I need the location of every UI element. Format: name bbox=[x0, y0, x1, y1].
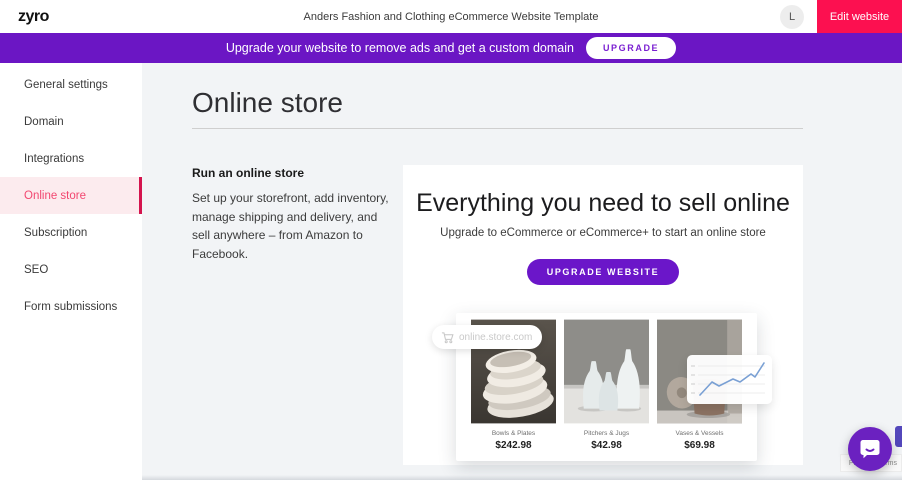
title-divider bbox=[192, 128, 803, 129]
product-category: Vases & Vessels bbox=[676, 430, 724, 437]
cart-icon bbox=[441, 331, 454, 344]
intro-title: Run an online store bbox=[192, 166, 397, 180]
chat-bubble-icon bbox=[858, 437, 882, 461]
banner-upgrade-button[interactable]: UPGRADE bbox=[586, 37, 676, 59]
product-photo-pitchers bbox=[564, 319, 649, 424]
upgrade-banner: Upgrade your website to remove ads and g… bbox=[0, 33, 902, 63]
intro-description: Set up your storefront, add inventory, m… bbox=[192, 189, 397, 263]
sidebar-item-online-store[interactable]: Online store bbox=[0, 177, 142, 214]
upgrade-website-button[interactable]: UPGRADE WEBSITE bbox=[527, 259, 680, 285]
sidebar-item-general-settings[interactable]: General settings bbox=[0, 66, 142, 103]
store-domain-text: online.store.com bbox=[459, 332, 532, 343]
site-template-title: Anders Fashion and Clothing eCommerce We… bbox=[0, 11, 902, 23]
app-header: zyro Anders Fashion and Clothing eCommer… bbox=[0, 0, 902, 33]
store-domain-pill: online.store.com bbox=[432, 325, 542, 349]
user-avatar[interactable]: L bbox=[780, 5, 804, 29]
sidebar-item-form-submissions[interactable]: Form submissions bbox=[0, 288, 142, 325]
sales-mini-chart bbox=[687, 355, 772, 404]
page-body: General settings Domain Integrations Onl… bbox=[0, 63, 902, 480]
sidebar-item-subscription[interactable]: Subscription bbox=[0, 214, 142, 251]
main-content: Online store Run an online store Set up … bbox=[142, 63, 902, 480]
product-category: Pitchers & Jugs bbox=[584, 430, 629, 437]
product-price: $42.98 bbox=[591, 440, 622, 451]
page-title: Online store bbox=[192, 85, 902, 121]
online-store-intro: Run an online store Set up your storefro… bbox=[192, 165, 397, 465]
line-chart-icon bbox=[687, 355, 772, 404]
ecommerce-promo-panel: Everything you need to sell online Upgra… bbox=[403, 165, 803, 465]
header-actions: L Edit website bbox=[780, 0, 902, 33]
settings-sidebar: General settings Domain Integrations Onl… bbox=[0, 63, 142, 480]
upgrade-banner-text: Upgrade your website to remove ads and g… bbox=[226, 41, 574, 55]
content-row: Run an online store Set up your storefro… bbox=[142, 165, 902, 465]
edit-website-button[interactable]: Edit website bbox=[817, 0, 902, 33]
chat-launcher-button[interactable] bbox=[848, 427, 892, 471]
promo-subheading: Upgrade to eCommerce or eCommerce+ to st… bbox=[403, 227, 803, 239]
promo-heading: Everything you need to sell online bbox=[403, 189, 803, 218]
product-tile: Pitchers & Jugs $42.98 bbox=[564, 319, 649, 461]
sidebar-item-domain[interactable]: Domain bbox=[0, 103, 142, 140]
product-category: Bowls & Plates bbox=[492, 430, 535, 437]
sidebar-item-seo[interactable]: SEO bbox=[0, 251, 142, 288]
store-preview-illustration: Bowls & Plates $242.98 bbox=[456, 313, 757, 461]
widget-side-tab[interactable] bbox=[895, 426, 902, 447]
product-price: $69.98 bbox=[684, 440, 715, 451]
product-price: $242.98 bbox=[495, 440, 531, 451]
sidebar-item-integrations[interactable]: Integrations bbox=[0, 140, 142, 177]
